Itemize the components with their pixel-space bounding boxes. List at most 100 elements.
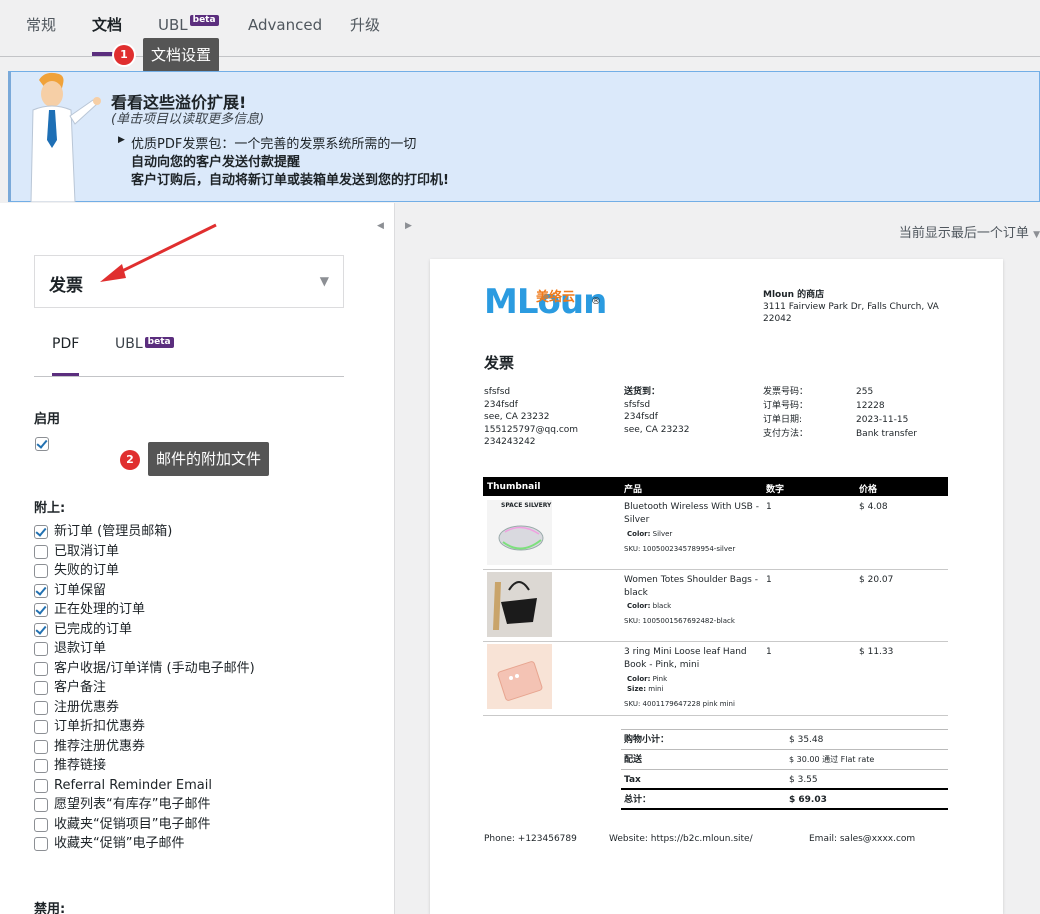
grand-total-value: $ 69.03: [789, 795, 827, 805]
column-header-product: 产品: [624, 485, 643, 495]
logo-chinese: 美络云: [536, 290, 576, 305]
enable-checkbox[interactable]: [35, 437, 49, 451]
triangle-right-icon: ▶: [118, 135, 125, 145]
collapse-right-icon[interactable]: ▶: [405, 221, 412, 231]
tab-advanced[interactable]: Advanced: [248, 14, 322, 36]
footer-website: Website: https://b2c.mloun.site/: [609, 834, 753, 844]
size-value: mini: [648, 685, 664, 693]
shop-name: Mloun 的商店: [763, 290, 825, 300]
total-key: 配送: [624, 755, 643, 765]
totals-divider: [621, 769, 948, 770]
attach-checkbox[interactable]: [34, 798, 48, 812]
total-key: 购物小计：: [624, 735, 670, 745]
attach-option-label: 已取消订单: [54, 543, 120, 559]
product-name: 3 ring Mini Loose leaf Hand: [624, 647, 747, 657]
attach-checkbox[interactable]: [34, 564, 48, 578]
thumbnail-caption: SPACE SILVERY: [501, 502, 552, 509]
color-value: Pink: [652, 675, 668, 683]
attach-checkbox[interactable]: [34, 681, 48, 695]
shipping-line: sfsfsd: [624, 399, 651, 410]
product-price: $ 20.07: [859, 575, 894, 585]
registered-icon: ®: [591, 296, 601, 307]
color-value: Silver: [652, 530, 673, 538]
chevron-down-icon: ▼: [319, 274, 329, 288]
collapse-left-icon[interactable]: ◀: [377, 221, 384, 231]
product-thumbnail: [487, 572, 552, 637]
tab-documents[interactable]: 文档: [92, 14, 122, 36]
attach-checkbox[interactable]: [34, 700, 48, 715]
product-name: Women Totes Shoulder Bags -: [624, 575, 758, 585]
attach-option-label: 愿望列表“有库存”电子邮件: [54, 797, 211, 812]
product-size: Size: mini: [627, 683, 663, 696]
footer-email: Email: sales@xxxx.com: [809, 834, 916, 844]
attach-checkbox[interactable]: [34, 642, 48, 656]
promo-item-printer[interactable]: 客户订购后，自动将新订单或装箱单发送到您的打印机!: [131, 169, 449, 188]
beta-badge: beta: [189, 15, 219, 26]
beta-badge: beta: [144, 337, 174, 348]
total-value: $ 35.48: [789, 735, 824, 745]
subtab-pdf[interactable]: PDF: [52, 336, 79, 352]
product-quantity: 1: [766, 575, 772, 585]
callout-label-2: 邮件的附加文件: [148, 442, 270, 476]
row-divider: [483, 715, 948, 716]
subtab-ubl[interactable]: UBL beta: [115, 336, 174, 352]
attach-checkbox[interactable]: [34, 778, 48, 793]
promo-subtitle: (单击项目以读取更多信息): [111, 112, 265, 127]
attach-checkbox[interactable]: [34, 817, 48, 832]
row-divider: [483, 641, 948, 642]
callout-label-1: 文档设置: [143, 38, 220, 72]
attach-checkbox[interactable]: [34, 544, 48, 559]
items-table-header: Thumbnail 产品 数字 价格: [483, 477, 948, 496]
billing-line: 155125797@qq.com: [484, 424, 579, 435]
preview-order-select[interactable]: 当前显示最后一个订单 ▼: [899, 222, 1040, 241]
attach-checkbox[interactable]: [34, 759, 48, 773]
callout-number-2: 2: [120, 450, 140, 470]
active-subtab-indicator: [52, 373, 79, 376]
preview-order-value: 当前显示最后一个订单: [898, 226, 1029, 241]
product-thumbnail: [487, 644, 552, 709]
attach-checkbox[interactable]: [34, 583, 48, 598]
attach-option-label: 退款订单: [54, 641, 107, 656]
promo-banner[interactable]: 看看这些溢价扩展! (单击项目以读取更多信息) ▶ 优质PDF发票包：一个完善的…: [8, 71, 1040, 202]
mouse-product-icon: [498, 525, 544, 551]
total-key: Tax: [624, 775, 641, 785]
attach-checkbox[interactable]: [34, 739, 48, 754]
billing-line: sfsfsd: [484, 387, 511, 397]
product-quantity: 1: [766, 647, 772, 657]
attach-checkbox[interactable]: [34, 720, 48, 734]
attach-option-label: 推荐链接: [54, 758, 107, 773]
notebook-product-icon: [487, 644, 552, 709]
tab-general[interactable]: 常规: [26, 14, 56, 36]
shipping-line: see, CA 23232: [624, 424, 690, 435]
attach-option-label: 新订单 (管理员邮箱): [54, 524, 173, 539]
product-thumbnail: SPACE SILVERY: [487, 500, 552, 565]
attach-option-label: 客户收据/订单详情 (手动电子邮件): [54, 660, 255, 676]
product-color: Color: black: [627, 600, 671, 613]
attach-option-label: 注册优惠券: [54, 699, 120, 715]
attach-checkbox[interactable]: [34, 837, 48, 851]
invoice-title: 发票: [484, 354, 515, 372]
attach-checkbox[interactable]: [34, 622, 48, 637]
product-sku: SKU: 4001179647228 pink mini: [624, 700, 735, 708]
meta-value: 2023-11-15: [856, 415, 909, 425]
attach-checkbox[interactable]: [34, 525, 48, 539]
shop-address-line1: 3111 Fairview Park Dr, Falls Church, VA: [763, 302, 939, 312]
attach-option-label: Referral Reminder Email: [54, 777, 212, 793]
column-header-quantity: 数字: [766, 485, 785, 495]
tab-upgrade[interactable]: 升级: [350, 14, 380, 36]
attach-checkbox[interactable]: [34, 661, 48, 676]
promo-item-pdf-bundle[interactable]: 优质PDF发票包：一个完善的发票系统所需的一切: [131, 133, 416, 152]
color-label: Color:: [627, 530, 651, 538]
product-name: Bluetooth Wireless With USB -: [624, 502, 759, 512]
attach-option-label: 正在处理的订单: [54, 602, 146, 617]
attach-to-label: 附上:: [34, 501, 66, 516]
attach-option-label: 已完成的订单: [54, 621, 133, 637]
attach-checkbox[interactable]: [34, 603, 48, 617]
tab-ubl[interactable]: UBL beta: [158, 14, 219, 36]
color-label: Color:: [627, 602, 651, 610]
promo-item-reminders[interactable]: 自动向您的客户发送付款提醒: [131, 151, 300, 170]
billing-line: see, CA 23232: [484, 412, 550, 422]
shop-address-line2: 22042: [763, 314, 792, 324]
product-quantity: 1: [766, 502, 772, 512]
total-value: $ 30.00 通过 Flat rate: [789, 755, 875, 764]
